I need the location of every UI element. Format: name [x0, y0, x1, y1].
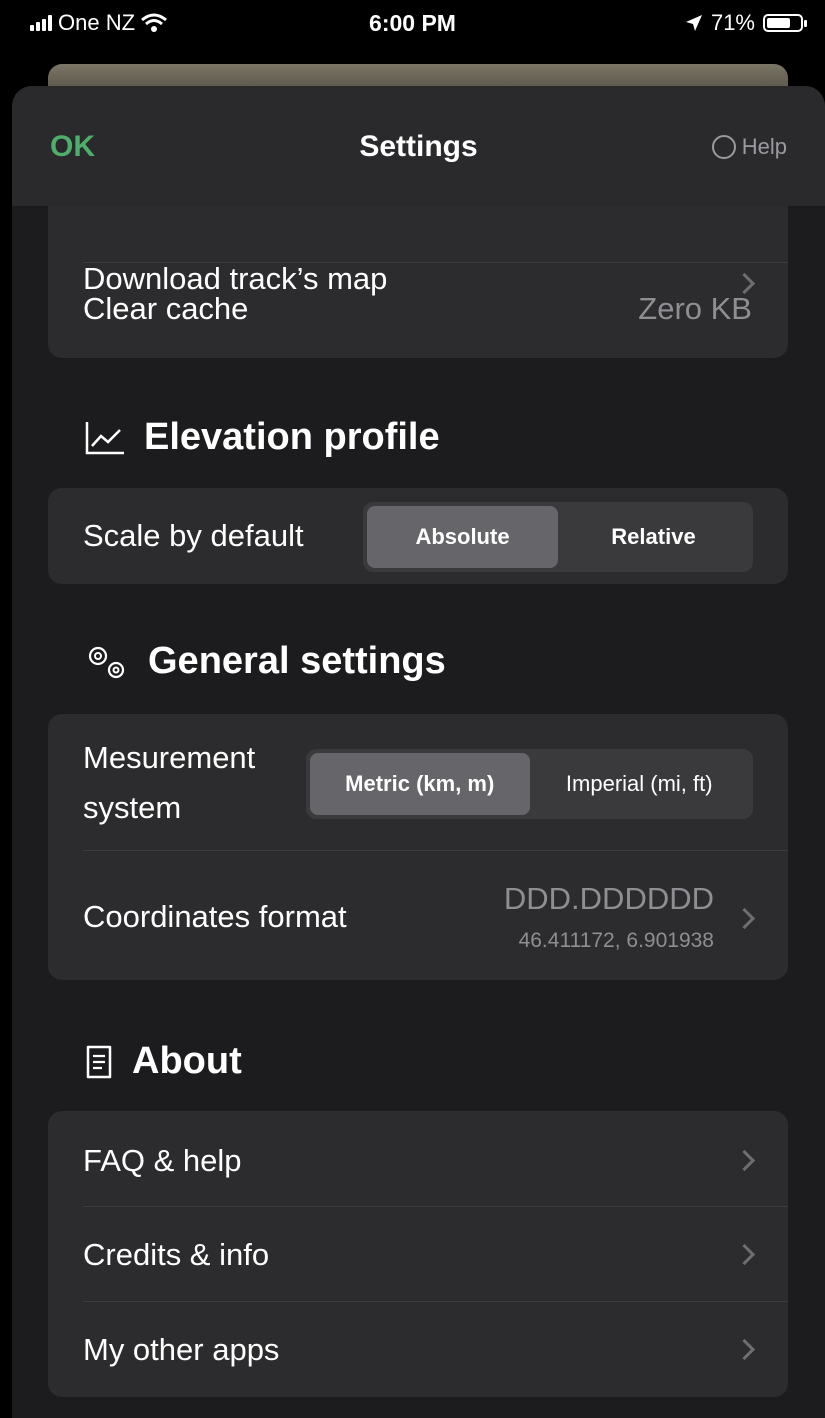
status-bar: One NZ 6:00 PM 71%	[0, 0, 825, 50]
faq-help-label: FAQ & help	[83, 1143, 242, 1178]
measurement-system-row: Mesurement system Metric (km, m) Imperia…	[48, 714, 788, 850]
coordinates-format-row[interactable]: Coordinates format DDD.DDDDDD 46.411172,…	[48, 851, 788, 980]
elevation-section-header: Elevation profile	[84, 416, 440, 459]
gears-icon	[88, 646, 125, 678]
general-section-header: General settings	[84, 640, 446, 683]
download-map-row[interactable]: Download track’s map	[48, 206, 788, 296]
clear-cache-label: Clear cache	[83, 291, 249, 326]
page-title: Settings	[359, 130, 478, 163]
settings-sheet: OK Settings Help Download track’s map Cl…	[12, 86, 825, 1418]
scale-relative-option[interactable]: Relative	[558, 506, 749, 568]
clear-cache-row[interactable]: Clear cache Zero KB	[48, 263, 788, 358]
status-right: 71%	[685, 10, 807, 36]
chevron-right-icon	[733, 907, 756, 930]
elevation-section-title: Elevation profile	[144, 416, 440, 458]
general-settings-card: Mesurement system Metric (km, m) Imperia…	[48, 714, 788, 980]
battery-percent: 71%	[710, 10, 755, 35]
imperial-option[interactable]: Imperial (mi, ft)	[530, 753, 750, 815]
chevron-right-icon	[733, 1149, 756, 1172]
measurement-label-line1: Mesurement	[83, 740, 256, 775]
coordinates-example: 46.411172, 6.901938	[518, 929, 714, 952]
coordinates-format-value: DDD.DDDDDD	[503, 881, 714, 916]
battery-icon	[763, 14, 807, 32]
scale-absolute-option[interactable]: Absolute	[367, 506, 558, 568]
list-item[interactable]: Credits & info	[48, 1207, 788, 1302]
document-icon	[86, 1045, 112, 1078]
help-circle-icon	[711, 135, 736, 159]
help-button[interactable]: Help	[711, 134, 787, 160]
help-label: Help	[741, 134, 787, 159]
list-item[interactable]: My other apps	[48, 1302, 788, 1397]
coordinates-format-label: Coordinates format	[83, 899, 347, 934]
location-arrow-icon	[685, 15, 702, 31]
chevron-right-icon	[733, 1338, 756, 1361]
measurement-label-line2: system	[83, 790, 182, 825]
chart-icon	[85, 421, 124, 454]
list-item[interactable]: FAQ & help	[48, 1111, 788, 1206]
elevation-card: Scale by default Absolute Relative	[48, 488, 788, 584]
general-section-title: General settings	[148, 640, 446, 682]
about-section-title: About	[132, 1040, 242, 1082]
measurement-segmented-control: Metric (km, m) Imperial (mi, ft)	[306, 749, 753, 819]
scale-segmented-control: Absolute Relative	[363, 502, 753, 572]
metric-option[interactable]: Metric (km, m)	[310, 753, 530, 815]
about-section-header: About	[84, 1040, 242, 1083]
nav-bar: OK Settings Help	[12, 86, 825, 206]
scale-by-default-label: Scale by default	[83, 518, 304, 553]
credits-info-label: Credits & info	[83, 1237, 270, 1272]
clear-cache-value: Zero KB	[638, 291, 752, 326]
other-apps-label: My other apps	[83, 1332, 280, 1367]
chevron-right-icon	[733, 1243, 756, 1266]
battery-fill	[767, 18, 790, 28]
about-card: FAQ & help Credits & info My other apps	[48, 1111, 788, 1397]
